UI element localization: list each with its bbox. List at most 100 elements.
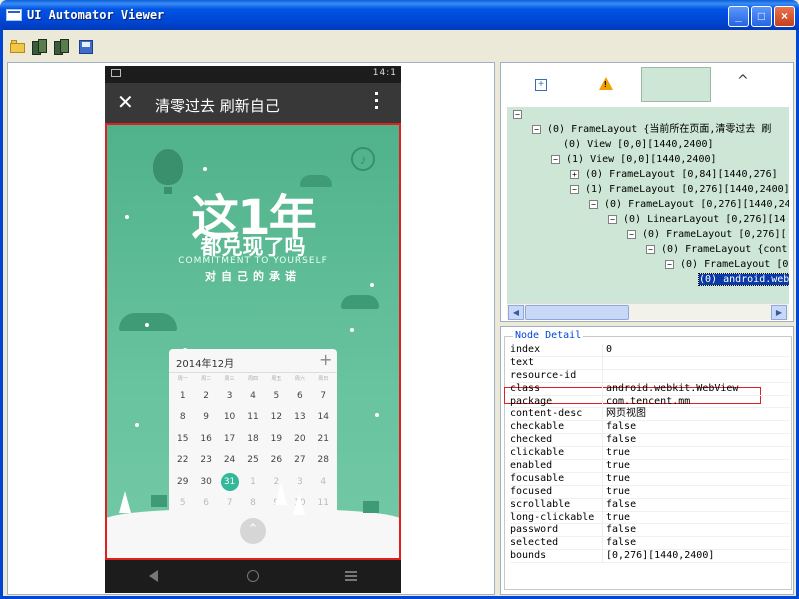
calendar-day[interactable]: 8 <box>241 498 264 508</box>
calendar-day[interactable]: 17 <box>218 434 241 444</box>
expand-all-icon[interactable]: + <box>535 79 547 91</box>
calendar-day[interactable]: 6 <box>194 498 217 508</box>
tree-node[interactable]: + (0) FrameLayout [0,84][1440,276] <box>570 167 778 182</box>
node-detail-table[interactable]: index 0 text resource-id class android.web… <box>504 344 790 564</box>
calendar-day[interactable]: 21 <box>312 434 335 444</box>
close-icon[interactable]: ✕ <box>117 92 134 112</box>
calendar-day[interactable]: 16 <box>194 434 217 444</box>
calendar-day[interactable]: 11 <box>241 412 264 422</box>
calendar-day[interactable]: 19 <box>265 434 288 444</box>
minimize-button[interactable]: _ <box>728 6 749 27</box>
calendar-day-today[interactable]: 31 <box>218 472 241 491</box>
detail-row[interactable]: scrollable false <box>510 498 790 512</box>
calendar-day[interactable]: 2 <box>194 391 217 401</box>
calendar-day[interactable]: 10 <box>218 412 241 422</box>
detail-row[interactable]: text <box>510 356 790 370</box>
collapse-icon[interactable]: − <box>646 244 655 254</box>
detail-row[interactable]: resource-id <box>510 369 790 383</box>
calendar-day[interactable]: 4 <box>312 477 335 487</box>
detail-row[interactable]: focused true <box>510 485 790 499</box>
detail-row[interactable]: selected false <box>510 537 790 551</box>
calendar-day[interactable]: 5 <box>171 498 194 508</box>
tree-node[interactable]: − (0) FrameLayout {cont <box>646 242 787 257</box>
open-folder-icon[interactable] <box>10 39 26 55</box>
scroll-left-icon[interactable]: ◀ <box>508 305 524 320</box>
calendar-day[interactable]: 1 <box>171 391 194 401</box>
maximize-button[interactable]: □ <box>751 6 772 27</box>
tree-node[interactable]: − (1) View [0,0][1440,2400] <box>551 152 717 167</box>
detail-row[interactable]: package com.tencent.mm <box>510 395 790 409</box>
home-icon[interactable] <box>247 570 259 582</box>
calendar-day[interactable]: 23 <box>194 455 217 465</box>
collapse-icon[interactable]: − <box>627 229 636 239</box>
calendar-day[interactable]: 14 <box>312 412 335 422</box>
device-screenshot-compressed-icon[interactable] <box>54 39 70 55</box>
device-screenshot[interactable]: 14:1 ✕ 清零过去 刷新自己 ♪ 这1年 都兑现了吗 COMMITMENT … <box>105 66 401 593</box>
app-bar[interactable]: ✕ 清零过去 刷新自己 <box>105 83 401 123</box>
detail-row[interactable]: checked false <box>510 434 790 448</box>
collapse-icon[interactable]: − <box>665 259 674 269</box>
calendar-day[interactable]: 12 <box>265 412 288 422</box>
calendar-day[interactable]: 24 <box>218 455 241 465</box>
detail-row[interactable]: class android.webkit.WebView <box>510 382 790 396</box>
tree-node[interactable]: (0) View [0,0][1440,2400] <box>563 137 714 152</box>
tree-root[interactable]: − <box>513 107 528 122</box>
collapse-icon[interactable]: − <box>532 124 541 134</box>
detail-row[interactable]: focusable true <box>510 472 790 486</box>
calendar-day[interactable]: 7 <box>312 391 335 401</box>
horizontal-scrollbar[interactable]: ◀ ▶ <box>507 303 789 320</box>
chevron-up-icon[interactable]: ^ <box>737 73 749 89</box>
collapse-icon[interactable]: − <box>589 199 598 209</box>
close-window-button[interactable]: × <box>774 6 795 27</box>
tree-node[interactable]: − (1) FrameLayout [0,276][1440,2400] <box>570 182 789 197</box>
save-icon[interactable] <box>79 39 95 55</box>
calendar-day[interactable]: 30 <box>194 477 217 487</box>
scroll-right-icon[interactable]: ▶ <box>771 305 787 320</box>
calendar-day[interactable]: 13 <box>288 412 311 422</box>
detail-row[interactable]: content-desc 网页视图 <box>510 408 790 422</box>
detail-row[interactable]: checkable false <box>510 421 790 435</box>
calendar-day[interactable]: 11 <box>312 498 335 508</box>
calendar-card[interactable]: 2014年12月 + 周一 周二 周三 周四 周五 周六 周日 1 2 3 4 … <box>169 349 337 514</box>
calendar-day[interactable]: 1 <box>241 477 264 487</box>
calendar-day[interactable]: 22 <box>171 455 194 465</box>
filter-toggle[interactable] <box>641 67 711 102</box>
calendar-day[interactable]: 3 <box>288 477 311 487</box>
calendar-day[interactable]: 20 <box>288 434 311 444</box>
add-icon[interactable]: + <box>319 350 332 369</box>
collapse-icon[interactable]: − <box>551 154 560 164</box>
scrollbar-thumb[interactable] <box>525 305 629 320</box>
tree-node[interactable]: − (0) FrameLayout [0 <box>665 257 788 272</box>
back-icon[interactable] <box>149 570 158 582</box>
detail-row[interactable]: index 0 <box>510 344 790 357</box>
calendar-day[interactable]: 5 <box>265 391 288 401</box>
title-bar[interactable]: UI Automator Viewer _ □ × <box>0 0 799 30</box>
calendar-day[interactable]: 9 <box>194 412 217 422</box>
tree-node-selected[interactable]: (0) android.web <box>697 272 789 287</box>
tree-node[interactable]: − (0) FrameLayout {当前所在页面,清零过去 刷 <box>532 122 771 137</box>
calendar-day[interactable]: 8 <box>171 412 194 422</box>
expand-icon[interactable]: + <box>570 169 579 179</box>
detail-row[interactable]: long-clickable true <box>510 511 790 525</box>
warning-icon[interactable]: ! <box>599 77 613 90</box>
calendar-day[interactable]: 3 <box>218 391 241 401</box>
tree-node[interactable]: − (0) FrameLayout [0,276][ <box>627 227 787 242</box>
calendar-day[interactable]: 25 <box>241 455 264 465</box>
webview-content[interactable]: ♪ 这1年 都兑现了吗 COMMITMENT TO YOURSELF 对自己的承… <box>105 123 401 560</box>
menu-icon[interactable] <box>345 571 357 581</box>
detail-row[interactable]: clickable true <box>510 447 790 461</box>
device-screenshot-icon[interactable] <box>32 39 48 55</box>
more-options-icon[interactable] <box>375 92 379 110</box>
collapse-icon[interactable]: − <box>608 214 617 224</box>
calendar-day[interactable]: 15 <box>171 434 194 444</box>
collapse-icon[interactable]: − <box>570 184 579 194</box>
calendar-day[interactable]: 4 <box>241 391 264 401</box>
tree-node[interactable]: − (0) LinearLayout [0,276][14 <box>608 212 786 227</box>
tree-node[interactable]: − (0) FrameLayout [0,276][1440,24 <box>589 197 789 212</box>
calendar-day[interactable]: 27 <box>288 455 311 465</box>
collapse-icon[interactable]: − <box>513 109 522 119</box>
detail-row[interactable]: enabled true <box>510 460 790 473</box>
calendar-day[interactable]: 7 <box>218 498 241 508</box>
hierarchy-tree[interactable]: − − (0) FrameLayout {当前所在页面,清零过去 刷 (0) Vi… <box>507 107 789 303</box>
scroll-up-icon[interactable]: ⌃ <box>240 518 266 544</box>
